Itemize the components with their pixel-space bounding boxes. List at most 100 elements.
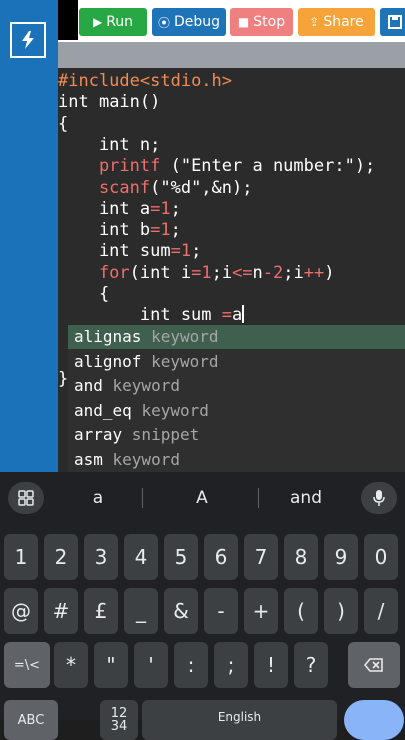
on-screen-keyboard: a A and 1234567890 @ # £ _ & - +() / =\< * " ':;!?… (0, 472, 405, 740)
save-button[interactable] (380, 8, 405, 36)
autocomplete-type: keyword (112, 376, 180, 396)
autocomplete-item[interactable]: alignof keyword (68, 350, 405, 374)
key[interactable]: 5 (164, 534, 198, 580)
code-line: int sum =a (58, 304, 245, 326)
autocomplete-item[interactable]: alignas keyword (68, 325, 405, 349)
code-token: int a (58, 198, 151, 219)
autocomplete-item[interactable]: and keyword (68, 374, 405, 398)
key[interactable]: : (174, 642, 208, 688)
code-token: ("Enter a number:"); (160, 156, 376, 177)
key[interactable]: 1 (4, 534, 38, 580)
key[interactable]: ! (254, 642, 288, 688)
key[interactable]: 7 (244, 534, 278, 580)
code-line: printf ("Enter a number:"); (58, 155, 375, 177)
code-token: 2 (273, 262, 284, 283)
key[interactable]: " (94, 642, 128, 688)
logo-button[interactable] (10, 22, 46, 58)
autocomplete-item[interactable]: and_eq keyword (68, 399, 405, 423)
key[interactable]: # (44, 588, 78, 634)
autocomplete-name: alignas (74, 327, 152, 346)
numpad-key[interactable]: 12 34 (100, 700, 138, 740)
autocomplete-name: and (74, 376, 113, 396)
key[interactable]: @ (4, 588, 38, 634)
code-token: int sum (58, 305, 222, 326)
key[interactable]: £ (84, 588, 118, 634)
autocomplete-name: alignof (74, 351, 152, 371)
code-line: int main() (58, 91, 160, 113)
share-button[interactable]: ⇪ Share (298, 8, 375, 36)
code-token: = (150, 220, 161, 241)
code-token: = (191, 262, 202, 283)
code-token: printf (58, 156, 161, 177)
key[interactable]: 3 (84, 534, 118, 580)
debug-label: Debug (173, 14, 221, 30)
code-token: ) (324, 262, 335, 283)
grid-icon (18, 490, 34, 506)
autocomplete-name: asm (74, 450, 113, 469)
debug-circle-icon: ⦿ (157, 15, 170, 30)
code-token: ; (170, 198, 181, 219)
code-token: ("%d",&n); (150, 177, 253, 198)
key[interactable]: & (164, 588, 198, 634)
enter-key[interactable] (344, 700, 404, 740)
code-token: = (170, 241, 181, 262)
editor-gutter (58, 42, 405, 68)
code-token: } (58, 369, 69, 390)
space-key[interactable]: English (142, 700, 337, 740)
key[interactable]: ) (324, 588, 358, 634)
key[interactable]: - (204, 588, 238, 634)
code-line: #include<stdio.h> (58, 70, 232, 92)
key[interactable]: 9 (324, 534, 358, 580)
code-line: { (58, 113, 68, 135)
key[interactable]: _ (124, 588, 158, 634)
code-token: n (252, 262, 263, 283)
debug-button[interactable]: ⦿ Debug (152, 8, 226, 36)
autocomplete-name: and_eq (74, 400, 142, 420)
suggestion-3[interactable]: and (266, 482, 346, 514)
mic-button[interactable] (361, 482, 397, 514)
code-line: { (58, 283, 109, 305)
suggestion-2[interactable]: A (150, 482, 254, 514)
key[interactable]: + (244, 588, 278, 634)
key[interactable]: =\< (4, 642, 50, 688)
code-token: n; (129, 134, 161, 155)
suggestion-1[interactable]: a (60, 482, 136, 514)
code-line: for(int i=1;i<=n-2;i++) (58, 262, 335, 284)
lightning-icon (22, 31, 34, 49)
autocomplete-type: keyword (112, 450, 180, 469)
autocomplete-item[interactable]: array snippet (68, 423, 405, 447)
autocomplete-item[interactable]: asm keyword (68, 448, 405, 472)
code-token: 1 (160, 198, 171, 219)
play-icon: ▶ (92, 15, 103, 29)
key[interactable]: 8 (284, 534, 318, 580)
stop-button[interactable]: ■ Stop (230, 8, 293, 36)
microphone-icon (373, 490, 385, 506)
key[interactable]: ' (134, 642, 168, 688)
run-button[interactable]: ▶ Run (79, 8, 147, 36)
abc-key[interactable]: ABC (4, 700, 58, 740)
code-token: <stdio.h> (139, 71, 233, 91)
key[interactable]: / (364, 588, 398, 634)
code-line: int n; (58, 134, 160, 156)
key[interactable]: 4 (124, 534, 158, 580)
stop-label: Stop (253, 14, 286, 30)
autocomplete-type: snippet (131, 425, 200, 445)
key[interactable]: ? (294, 642, 328, 688)
code-token: int (58, 134, 130, 155)
key[interactable]: 0 (364, 534, 398, 580)
code-token: { (58, 284, 110, 304)
backspace-key[interactable] (348, 642, 400, 688)
code-line: scanf("%d",&n); (58, 177, 253, 199)
key[interactable]: ; (214, 642, 248, 688)
code-line: int a=1; (58, 198, 181, 220)
key[interactable]: ( (284, 588, 318, 634)
key[interactable]: 2 (44, 534, 78, 580)
code-token: { (58, 113, 69, 134)
autocomplete-type: keyword (141, 400, 209, 420)
code-token: for (58, 262, 130, 283)
key[interactable]: * (54, 642, 88, 688)
grid-button[interactable] (8, 482, 44, 514)
code-token: 1 (201, 262, 212, 283)
code-token: main() (88, 92, 161, 113)
key[interactable]: 6 (204, 534, 238, 580)
